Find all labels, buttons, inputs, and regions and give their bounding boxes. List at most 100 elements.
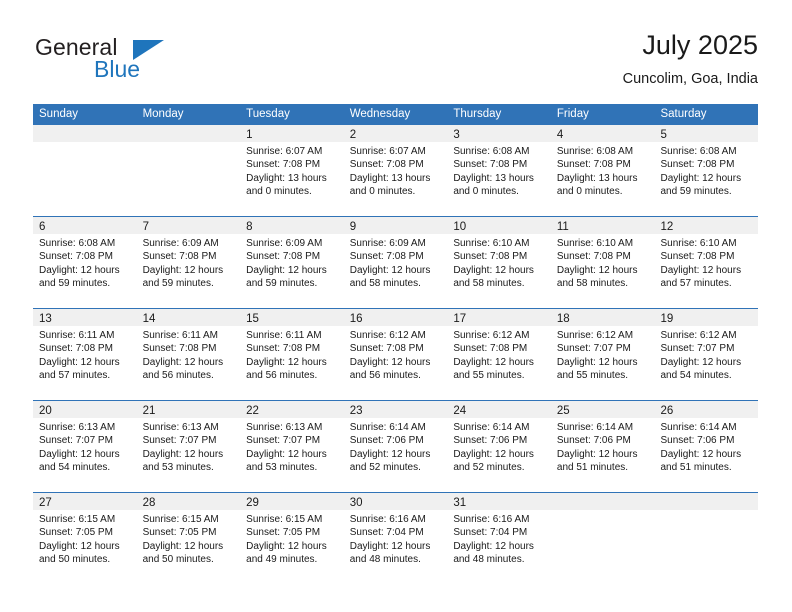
- day-number: 9: [349, 221, 357, 233]
- sunset-time: Sunset: 7:06 PM: [453, 435, 528, 447]
- daylight-duration-line1: Daylight: 12 hours: [39, 448, 120, 460]
- day-sun-info: Sunrise: 6:16 AM Sunset: 7:04 PM Daylight:…: [344, 510, 448, 567]
- day-cell[interactable]: 13 Sunrise: 6:11 AM Sunset: 7:08 PM Dayligh…: [33, 309, 137, 400]
- day-cell[interactable]: 27 Sunrise: 6:15 AM Sunset: 7:05 PM Dayligh…: [33, 493, 137, 584]
- day-number: 31: [453, 497, 467, 509]
- daylight-duration-line1: Daylight: 12 hours: [246, 356, 327, 368]
- day-number-strip: 9: [343, 217, 448, 234]
- daylight-duration-line2: and 59 minutes.: [246, 278, 318, 290]
- day-cell[interactable]: 5 Sunrise: 6:08 AM Sunset: 7:08 PM Daylight…: [654, 125, 759, 216]
- calendar-grid: Sunday Monday Tuesday Wednesday Thursday…: [33, 104, 759, 584]
- sunrise-time: Sunrise: 6:14 AM: [453, 422, 530, 433]
- sunset-time: Sunset: 7:07 PM: [660, 343, 735, 355]
- day-cell[interactable]: 10 Sunrise: 6:10 AM Sunset: 7:08 PM Dayligh…: [447, 217, 551, 308]
- brand-logo[interactable]: General Blue: [33, 28, 253, 88]
- day-number: 6: [39, 221, 46, 233]
- day-cell[interactable]: 20 Sunrise: 6:13 AM Sunset: 7:07 PM Dayligh…: [33, 401, 137, 492]
- day-sun-info: Sunrise: 6:13 AM Sunset: 7:07 PM Daylight:…: [137, 418, 241, 475]
- sunrise-time: Sunrise: 6:15 AM: [39, 514, 116, 525]
- daylight-duration-line1: Daylight: 12 hours: [453, 448, 534, 460]
- daylight-duration-line2: and 54 minutes.: [39, 462, 111, 474]
- day-number: 12: [660, 221, 674, 233]
- sunrise-time: Sunrise: 6:08 AM: [453, 146, 530, 157]
- day-cell[interactable]: 24 Sunrise: 6:14 AM Sunset: 7:06 PM Dayligh…: [447, 401, 551, 492]
- day-cell[interactable]: 6 Sunrise: 6:08 AM Sunset: 7:08 PM Daylight…: [33, 217, 137, 308]
- day-cell[interactable]: 11 Sunrise: 6:10 AM Sunset: 7:08 PM Dayligh…: [550, 217, 655, 308]
- sunrise-time: Sunrise: 6:13 AM: [142, 422, 219, 433]
- day-cell[interactable]: 31 Sunrise: 6:16 AM Sunset: 7:04 PM Dayligh…: [447, 493, 551, 584]
- daylight-duration-line2: and 54 minutes.: [660, 370, 732, 382]
- sunset-time: Sunset: 7:08 PM: [142, 343, 217, 355]
- daylight-duration-line1: Daylight: 12 hours: [39, 540, 120, 552]
- day-number: 26: [660, 405, 674, 417]
- sunrise-time: Sunrise: 6:11 AM: [246, 330, 322, 341]
- day-number: 24: [453, 405, 467, 417]
- day-number-strip: 25: [550, 401, 655, 418]
- day-cell[interactable]: 2 Sunrise: 6:07 AM Sunset: 7:08 PM Daylight…: [343, 125, 448, 216]
- day-sun-info: Sunrise: 6:07 AM Sunset: 7:08 PM Daylight:…: [344, 142, 448, 199]
- day-sun-info: Sunrise: 6:11 AM Sunset: 7:08 PM Daylight:…: [33, 326, 137, 383]
- day-sun-info: Sunrise: 6:14 AM Sunset: 7:06 PM Daylight:…: [344, 418, 448, 475]
- daylight-duration-line1: Daylight: 13 hours: [246, 172, 327, 184]
- daylight-duration-line2: and 59 minutes.: [660, 186, 732, 198]
- sunset-time: Sunset: 7:04 PM: [349, 527, 424, 539]
- calendar-week-row: 27 Sunrise: 6:15 AM Sunset: 7:05 PM Dayligh…: [33, 493, 759, 584]
- day-cell[interactable]: 12 Sunrise: 6:10 AM Sunset: 7:08 PM Dayligh…: [654, 217, 759, 308]
- day-number: 1: [246, 129, 253, 141]
- title-block: July 2025 Cuncolim, Goa, India: [623, 28, 758, 88]
- sunset-time: Sunset: 7:07 PM: [39, 435, 113, 447]
- day-cell[interactable]: 28 Sunrise: 6:15 AM Sunset: 7:05 PM Dayligh…: [136, 493, 241, 584]
- day-sun-info: Sunrise: 6:13 AM Sunset: 7:07 PM Daylight:…: [240, 418, 344, 475]
- day-cell[interactable]: 29 Sunrise: 6:15 AM Sunset: 7:05 PM Dayligh…: [240, 493, 344, 584]
- weekday-header-saturday: Saturday: [660, 108, 707, 120]
- day-cell[interactable]: 22 Sunrise: 6:13 AM Sunset: 7:07 PM Dayligh…: [240, 401, 344, 492]
- daylight-duration-line1: Daylight: 12 hours: [39, 264, 120, 276]
- daylight-duration-line2: and 49 minutes.: [246, 554, 318, 566]
- sunset-time: Sunset: 7:08 PM: [349, 159, 424, 171]
- day-cell[interactable]: 23 Sunrise: 6:14 AM Sunset: 7:06 PM Dayligh…: [343, 401, 448, 492]
- day-number-strip: [654, 493, 759, 510]
- daylight-duration-line2: and 51 minutes.: [556, 462, 629, 474]
- day-number: 8: [246, 221, 253, 233]
- day-cell[interactable]: 16 Sunrise: 6:12 AM Sunset: 7:08 PM Dayligh…: [343, 309, 448, 400]
- daylight-duration-line1: Daylight: 12 hours: [556, 448, 638, 460]
- day-cell[interactable]: 18 Sunrise: 6:12 AM Sunset: 7:07 PM Dayligh…: [550, 309, 655, 400]
- day-cell[interactable]: 9 Sunrise: 6:09 AM Sunset: 7:08 PM Daylight…: [343, 217, 448, 308]
- sunset-time: Sunset: 7:08 PM: [556, 159, 631, 171]
- day-cell[interactable]: 1 Sunrise: 6:07 AM Sunset: 7:08 PM Daylight…: [240, 125, 344, 216]
- weekday-header-row: Sunday Monday Tuesday Wednesday Thursday…: [33, 104, 758, 125]
- day-cell[interactable]: 17 Sunrise: 6:12 AM Sunset: 7:08 PM Dayligh…: [447, 309, 551, 400]
- day-number-strip: 12: [654, 217, 759, 234]
- daylight-duration-line2: and 55 minutes.: [556, 370, 629, 382]
- day-cell[interactable]: 7 Sunrise: 6:09 AM Sunset: 7:08 PM Daylight…: [136, 217, 241, 308]
- day-number-strip: 29: [240, 493, 344, 510]
- sunset-time: Sunset: 7:08 PM: [556, 251, 631, 263]
- sunrise-time: Sunrise: 6:09 AM: [142, 238, 219, 249]
- day-sun-info: Sunrise: 6:12 AM Sunset: 7:07 PM Daylight:…: [654, 326, 758, 383]
- day-number-strip: 28: [136, 493, 241, 510]
- daylight-duration-line1: Daylight: 12 hours: [246, 264, 327, 276]
- day-cell[interactable]: 19 Sunrise: 6:12 AM Sunset: 7:07 PM Dayligh…: [654, 309, 759, 400]
- day-cell[interactable]: 15 Sunrise: 6:11 AM Sunset: 7:08 PM Dayligh…: [240, 309, 344, 400]
- day-cell[interactable]: 26 Sunrise: 6:14 AM Sunset: 7:06 PM Dayligh…: [654, 401, 759, 492]
- day-number-strip: 5: [654, 125, 759, 142]
- daylight-duration-line2: and 56 minutes.: [246, 370, 318, 382]
- daylight-duration-line2: and 53 minutes.: [142, 462, 214, 474]
- day-cell[interactable]: 8 Sunrise: 6:09 AM Sunset: 7:08 PM Daylight…: [240, 217, 344, 308]
- day-cell[interactable]: 3 Sunrise: 6:08 AM Sunset: 7:08 PM Daylight…: [447, 125, 551, 216]
- brand-name-blue: Blue: [94, 56, 141, 82]
- day-cell[interactable]: 21 Sunrise: 6:13 AM Sunset: 7:07 PM Dayligh…: [136, 401, 241, 492]
- daylight-duration-line1: Daylight: 12 hours: [349, 448, 431, 460]
- daylight-duration-line2: and 59 minutes.: [39, 278, 111, 290]
- sunset-time: Sunset: 7:04 PM: [453, 527, 528, 539]
- sunset-time: Sunset: 7:05 PM: [246, 527, 321, 539]
- day-cell[interactable]: 4 Sunrise: 6:08 AM Sunset: 7:08 PM Daylight…: [550, 125, 655, 216]
- day-number: 28: [142, 497, 156, 509]
- day-cell[interactable]: 14 Sunrise: 6:11 AM Sunset: 7:08 PM Dayligh…: [136, 309, 241, 400]
- weekday-header-thursday: Thursday: [453, 108, 502, 120]
- day-cell[interactable]: 30 Sunrise: 6:16 AM Sunset: 7:04 PM Dayligh…: [343, 493, 448, 584]
- sunset-time: Sunset: 7:06 PM: [349, 435, 424, 447]
- sunset-time: Sunset: 7:07 PM: [556, 343, 631, 355]
- day-cell[interactable]: 25 Sunrise: 6:14 AM Sunset: 7:06 PM Dayligh…: [550, 401, 655, 492]
- daylight-duration-line2: and 52 minutes.: [453, 462, 525, 474]
